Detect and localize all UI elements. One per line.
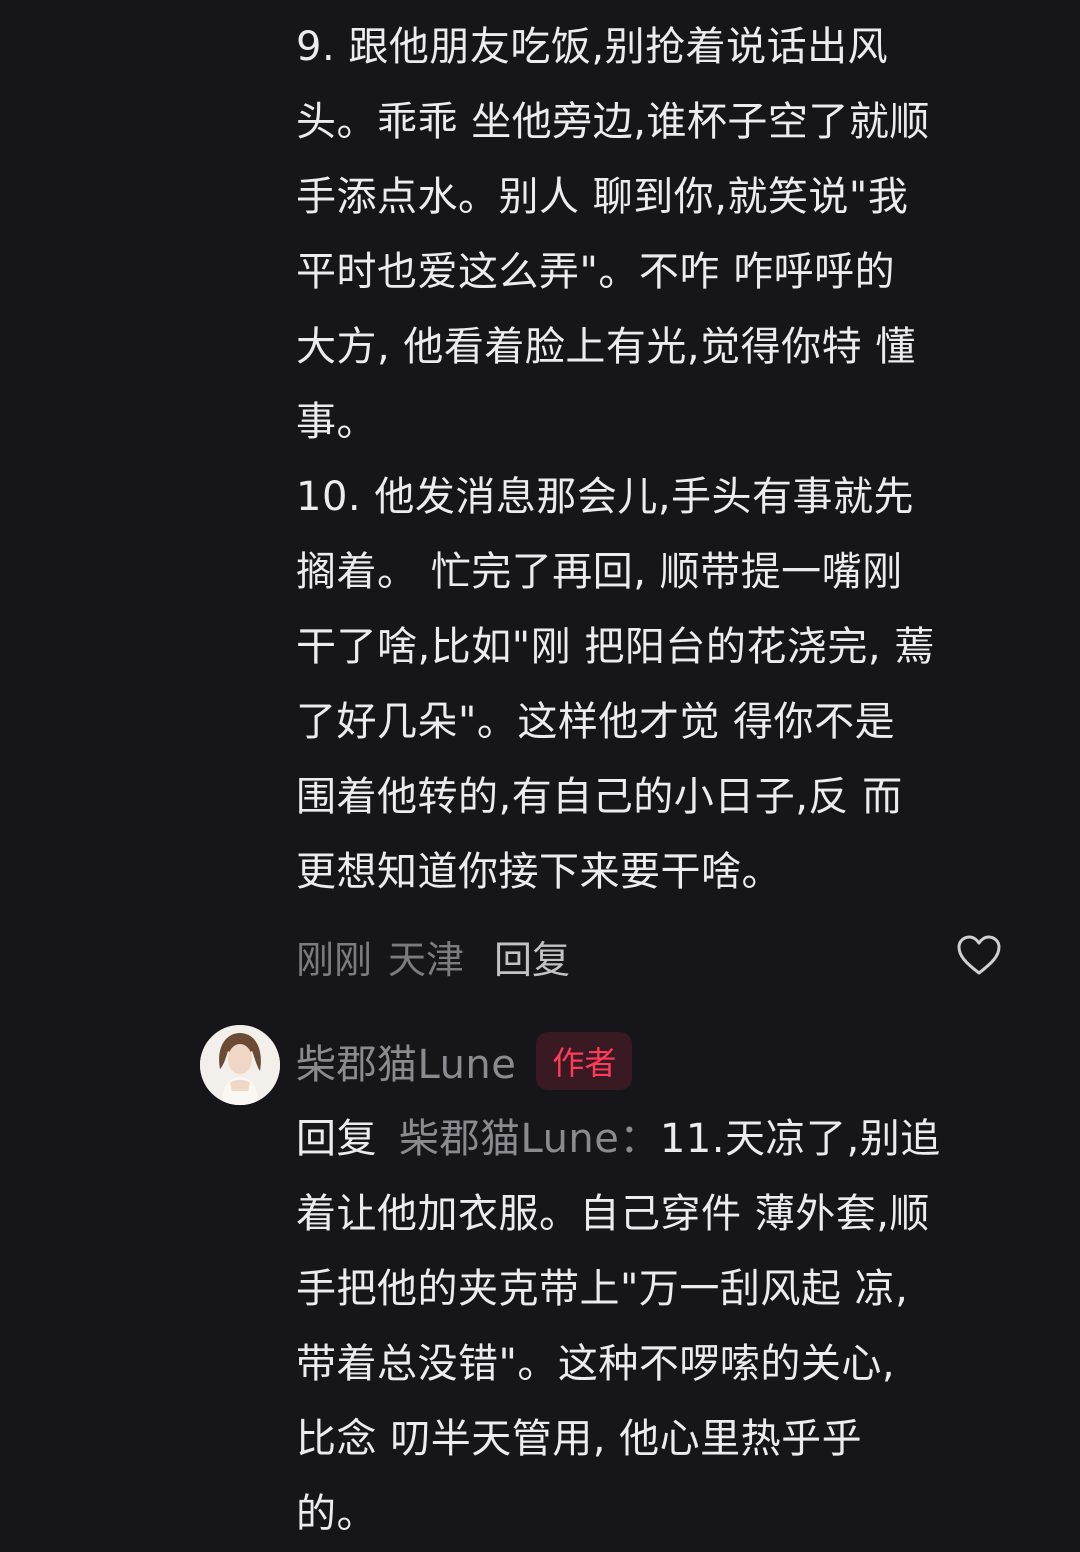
reply-prefix: 回复 (296, 1116, 377, 1162)
comment-line: 大方, 他看着脸上有光,觉得你特 懂 (296, 324, 916, 370)
avatar[interactable] (200, 1025, 280, 1105)
comment-line: 平时也爱这么弄"。不咋 咋呼呼的 (296, 249, 896, 295)
reply-line: 的。 (296, 1491, 377, 1537)
comment-meta: 刚刚 天津 回复 (296, 924, 570, 988)
comment-line: 了好几朵"。这样他才觉 得你不是 (296, 699, 896, 745)
comment-line: 干了啥,比如"刚 把阳台的花浇完, 蔫 (296, 624, 935, 670)
comment-location: 天津 (388, 937, 465, 982)
reply-line: 着让他加衣服。自己穿件 薄外套,顺 (296, 1191, 930, 1237)
comment-text: 9. 跟他朋友吃饭,别抢着说话出风 头。乖乖 坐他旁边,谁杯子空了就顺 手添点水… (296, 10, 1046, 910)
reply-button[interactable]: 回复 (494, 929, 570, 984)
comment-line: 事。 (296, 399, 377, 445)
comment-line: 9. 跟他朋友吃饭,别抢着说话出风 (296, 24, 889, 70)
author-row: 柴郡猫Lune 作者 (296, 1030, 633, 1092)
comment-line: 手添点水。别人 聊到你,就笑说"我 (296, 174, 909, 220)
comment-line: 头。乖乖 坐他旁边,谁杯子空了就顺 (296, 99, 930, 145)
comment-time: 刚刚 (296, 937, 373, 982)
author-badge: 作者 (536, 1032, 633, 1090)
reply-line: 比念 叨半天管用, 他心里热乎乎 (296, 1416, 863, 1462)
reply-line: 手把他的夹克带上"万一刮风起 凉, (296, 1266, 909, 1312)
comment-line: 10. 他发消息那会儿,手头有事就先 (296, 474, 915, 520)
author-name[interactable]: 柴郡猫Lune (296, 1032, 516, 1090)
reply-line: 11.天凉了,别追 (659, 1116, 941, 1162)
comment-line: 更想知道你接下来要干啥。 (296, 849, 782, 895)
reply-target-name[interactable]: 柴郡猫Lune： (399, 1116, 660, 1162)
comment-line: 围着他转的,有自己的小日子,反 而 (296, 774, 903, 820)
reply-line: 带着总没错"。这种不啰嗦的关心, (296, 1341, 896, 1387)
comment-line: 搁着。 忙完了再回, 顺带提一嘴刚 (296, 549, 903, 595)
heart-outline-icon[interactable] (956, 934, 1002, 976)
reply-text: 回复 柴郡猫Lune：11.天凉了,别追 着让他加衣服。自己穿件 薄外套,顺 手把… (296, 1102, 1046, 1552)
reply-first-line: 回复 柴郡猫Lune：11.天凉了,别追 (296, 1102, 1046, 1177)
